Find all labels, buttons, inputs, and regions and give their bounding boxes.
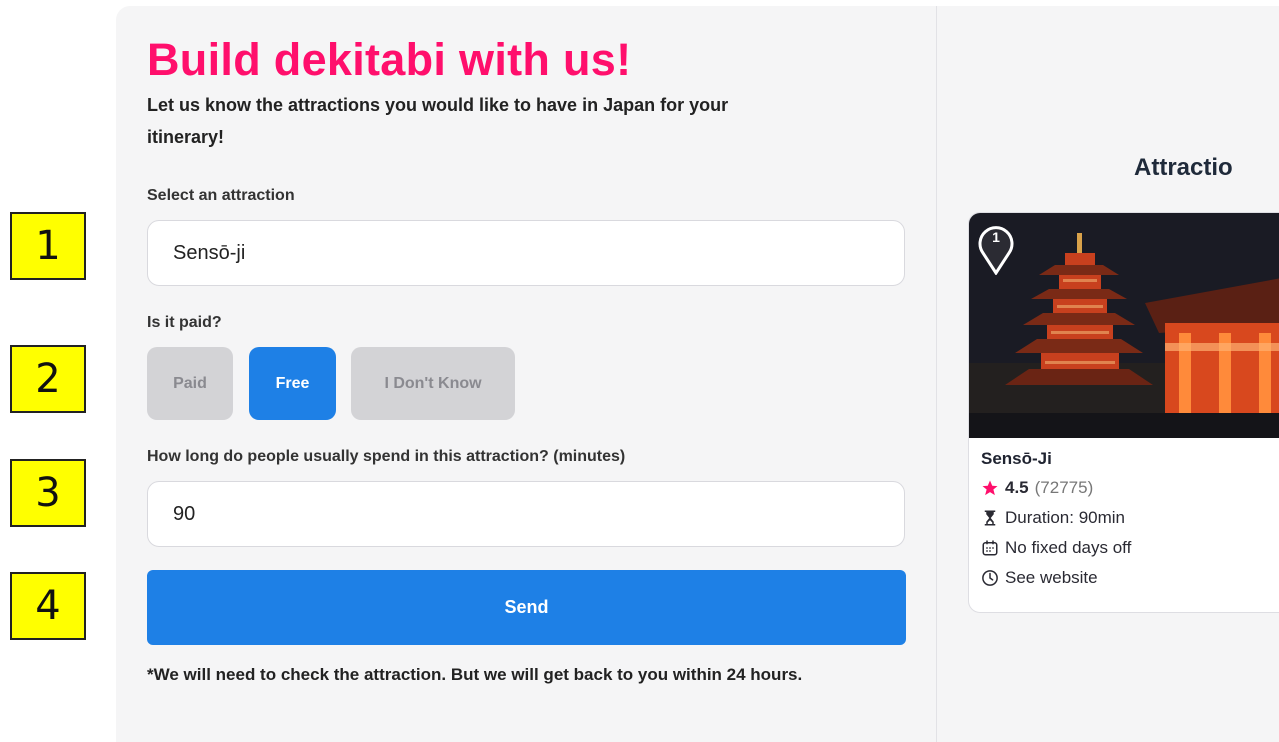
- paid-option-paid[interactable]: Paid: [147, 347, 233, 420]
- hours-row: See website: [981, 568, 1098, 588]
- attraction-photo: [969, 213, 1279, 438]
- calendar-icon: [982, 540, 998, 556]
- footnote-text: *We will need to check the attraction. B…: [147, 665, 803, 684]
- page-subtitle: Let us know the attractions you would li…: [147, 95, 729, 147]
- send-button[interactable]: Send: [147, 570, 906, 645]
- hours-text: See website: [1005, 568, 1098, 587]
- attraction-select[interactable]: [147, 220, 905, 286]
- paid-option-unknown[interactable]: I Don't Know: [351, 347, 515, 420]
- map-pin-number: 1: [992, 229, 1000, 245]
- attraction-card[interactable]: 1 Sensō-Ji 4.5 (72775) Duration: 90min N…: [968, 212, 1279, 613]
- days-off-row: No fixed days off: [981, 538, 1131, 558]
- attractions-heading: Attractio: [1134, 154, 1233, 181]
- paid-label: Is it paid?: [147, 314, 222, 331]
- duration-input[interactable]: [173, 502, 879, 526]
- star-icon: [982, 480, 998, 496]
- clock-icon: [982, 570, 998, 586]
- step-marker-3: 3: [10, 459, 86, 527]
- attraction-input[interactable]: [173, 241, 879, 265]
- review-count: (72775): [1034, 478, 1094, 497]
- rating-row: 4.5 (72775): [981, 478, 1093, 498]
- duration-text: Duration: 90min: [1005, 508, 1126, 527]
- duration-label: How long do people usually spend in this…: [147, 448, 626, 465]
- paid-option-free[interactable]: Free: [249, 347, 336, 420]
- hourglass-icon: [984, 510, 996, 526]
- duration-row: Duration: 90min: [981, 508, 1125, 528]
- panel-divider: [936, 6, 937, 742]
- step-marker-2: 2: [10, 345, 86, 413]
- duration-field[interactable]: [147, 481, 905, 547]
- attraction-label: Select an attraction: [147, 187, 295, 204]
- page-title: Build dekitabi with us!: [147, 34, 632, 85]
- step-marker-4: 4: [10, 572, 86, 640]
- days-off-text: No fixed days off: [1005, 538, 1132, 557]
- step-marker-1: 1: [10, 212, 86, 280]
- attraction-card-name: Sensō-Ji: [981, 449, 1052, 468]
- rating-value: 4.5: [1005, 478, 1029, 497]
